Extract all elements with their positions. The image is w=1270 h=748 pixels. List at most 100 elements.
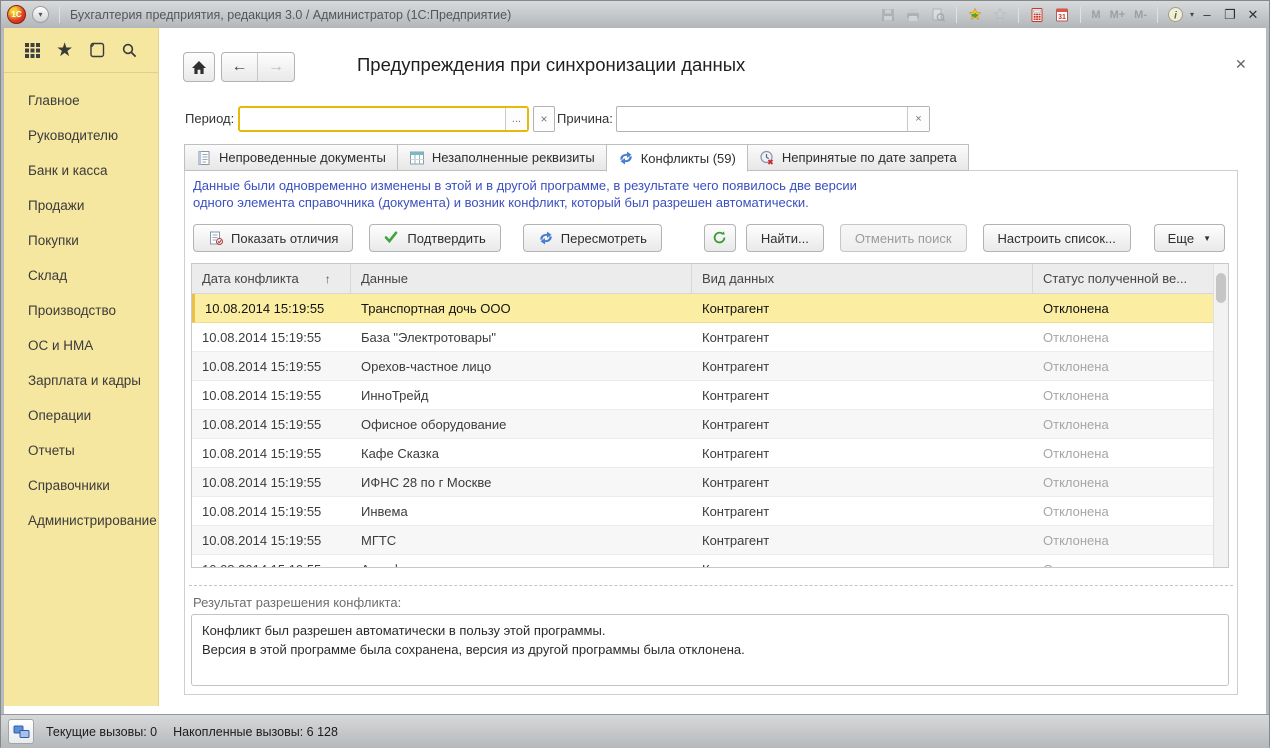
info-icon[interactable]: i — [1165, 5, 1187, 25]
server-calls-icon[interactable] — [8, 719, 34, 744]
table-header: Дата конфликта ↑ Данные Вид данных Стату… — [192, 264, 1213, 294]
period-clear-button[interactable]: × — [533, 106, 555, 132]
cell-kind: Контрагент — [692, 555, 1033, 567]
print-icon[interactable] — [902, 5, 924, 25]
minimize-button[interactable]: – — [1197, 7, 1217, 22]
review-label: Пересмотреть — [561, 231, 647, 246]
memory-m-button[interactable]: M — [1088, 9, 1103, 21]
period-ellipsis-button[interactable]: ... — [505, 108, 527, 130]
tab-3[interactable]: Непринятые по дате запрета — [747, 144, 969, 171]
table-icon — [409, 150, 425, 166]
cell-data: Офисное оборудование — [351, 410, 692, 438]
table-row[interactable]: 10.08.2014 15:19:55Транспортная дочь ООО… — [192, 294, 1213, 323]
table-row[interactable]: 10.08.2014 15:19:55Орехов-частное лицоКо… — [192, 352, 1213, 381]
sidebar-item-11[interactable]: Справочники — [4, 468, 158, 503]
memory-m-plus-button[interactable]: M+ — [1107, 9, 1129, 21]
sidebar-item-10[interactable]: Отчеты — [4, 433, 158, 468]
cell-kind: Контрагент — [692, 381, 1033, 409]
show-differences-button[interactable]: Показать отличия — [193, 224, 353, 252]
table-body: 10.08.2014 15:19:55Транспортная дочь ООО… — [192, 294, 1213, 567]
sidebar-item-5[interactable]: Склад — [4, 258, 158, 293]
sidebar-item-1[interactable]: Руководителю — [4, 118, 158, 153]
cancel-search-button[interactable]: Отменить поиск — [840, 224, 967, 252]
vertical-scrollbar[interactable] — [1213, 264, 1228, 567]
table-row[interactable]: 10.08.2014 15:19:55ИнноТрейдКонтрагентОт… — [192, 381, 1213, 410]
table-row[interactable]: 10.08.2014 15:19:55АэрофлотКонтрагентОтк… — [192, 555, 1213, 567]
status-bar: Текущие вызовы: 0 Накопленные вызовы: 6 … — [1, 714, 1269, 748]
home-button[interactable] — [183, 52, 215, 82]
cell-conflict-date: 10.08.2014 15:19:55 — [195, 294, 351, 322]
sidebar-item-9[interactable]: Операции — [4, 398, 158, 433]
back-button[interactable]: ← — [222, 53, 258, 81]
add-to-favorites-icon[interactable] — [964, 5, 986, 25]
table-row[interactable]: 10.08.2014 15:19:55Кафе СказкаКонтрагент… — [192, 439, 1213, 468]
find-label: Найти... — [761, 231, 809, 246]
print-preview-icon[interactable] — [927, 5, 949, 25]
reason-clear-button[interactable]: × — [907, 107, 929, 131]
cell-data: ИФНС 28 по г Москве — [351, 468, 692, 496]
favorites-star-icon[interactable]: ★ — [54, 39, 76, 61]
sidebar-item-2[interactable]: Банк и касса — [4, 153, 158, 188]
sidebar-item-12[interactable]: Администрирование — [4, 503, 158, 538]
table-row[interactable]: 10.08.2014 15:19:55МГТСКонтрагентОтклоне… — [192, 526, 1213, 555]
search-icon[interactable] — [119, 39, 141, 61]
column-header-kind[interactable]: Вид данных — [692, 264, 1033, 293]
sections-menu-icon[interactable] — [21, 39, 43, 61]
window-title: Бухгалтерия предприятия, редакция 3.0 / … — [70, 8, 511, 22]
sidebar-item-0[interactable]: Главное — [4, 83, 158, 118]
scrollbar-thumb[interactable] — [1216, 273, 1226, 303]
separator — [1018, 7, 1019, 23]
memory-m-minus-button[interactable]: M- — [1131, 9, 1150, 21]
info-dropdown-icon[interactable]: ▾ — [1190, 10, 1194, 19]
page-close-icon[interactable]: ✕ — [1235, 56, 1247, 73]
reason-input[interactable] — [617, 107, 907, 131]
sidebar-item-6[interactable]: Производство — [4, 293, 158, 328]
period-input[interactable] — [240, 108, 505, 130]
page-title: Предупреждения при синхронизации данных — [357, 54, 745, 76]
sidebar: ★ ГлавноеРуководителюБанк и кассаПродажи… — [4, 28, 159, 706]
configure-list-button[interactable]: Настроить список... — [983, 224, 1131, 252]
sidebar-item-7[interactable]: ОС и НМА — [4, 328, 158, 363]
column-header-data[interactable]: Данные — [351, 264, 692, 293]
table-row[interactable]: 10.08.2014 15:19:55Офисное оборудованиеК… — [192, 410, 1213, 439]
review-button[interactable]: Пересмотреть — [523, 224, 662, 252]
favorites-icon[interactable] — [989, 5, 1011, 25]
info-message: Данные были одновременно изменены в этой… — [193, 178, 857, 211]
column-header-status[interactable]: Статус полученной ве... — [1033, 264, 1213, 293]
sidebar-menu: ГлавноеРуководителюБанк и кассаПродажиПо… — [4, 73, 158, 538]
1c-logo-icon: 1С — [7, 5, 26, 24]
maximize-button[interactable]: ❐ — [1220, 7, 1240, 23]
cell-data: Орехов-частное лицо — [351, 352, 692, 380]
forward-button[interactable]: → — [258, 53, 294, 81]
table-row[interactable]: 10.08.2014 15:19:55База "Электротовары"К… — [192, 323, 1213, 352]
sidebar-item-8[interactable]: Зарплата и кадры — [4, 363, 158, 398]
sidebar-item-4[interactable]: Покупки — [4, 223, 158, 258]
table-row[interactable]: 10.08.2014 15:19:55ИнвемаКонтрагентОткло… — [192, 497, 1213, 526]
tab-0[interactable]: Непроведенные документы — [184, 144, 398, 171]
find-button[interactable]: Найти... — [746, 224, 824, 252]
sidebar-item-3[interactable]: Продажи — [4, 188, 158, 223]
history-icon[interactable] — [86, 39, 108, 61]
cell-status: Отклонена — [1033, 497, 1213, 525]
cell-conflict-date: 10.08.2014 15:19:55 — [192, 439, 351, 467]
dropdown-arrow-icon: ▼ — [1203, 234, 1211, 243]
main-menu-dropdown-button[interactable]: ▾ — [32, 6, 49, 23]
close-button[interactable]: ✕ — [1243, 7, 1263, 23]
green-check-icon — [384, 230, 400, 246]
save-icon[interactable] — [877, 5, 899, 25]
tab-1[interactable]: Незаполненные реквизиты — [397, 144, 607, 171]
confirm-button[interactable]: Подтвердить — [369, 224, 500, 252]
table-row[interactable]: 10.08.2014 15:19:55ИФНС 28 по г МосквеКо… — [192, 468, 1213, 497]
column-header-date[interactable]: Дата конфликта ↑ — [192, 264, 351, 293]
svg-text:31: 31 — [1058, 14, 1066, 21]
conflicts-table: Дата конфликта ↑ Данные Вид данных Стату… — [191, 263, 1229, 568]
calendar-icon[interactable]: 31 — [1051, 5, 1073, 25]
cell-conflict-date: 10.08.2014 15:19:55 — [192, 352, 351, 380]
calculator-icon[interactable] — [1026, 5, 1048, 25]
refresh-button[interactable] — [704, 224, 736, 252]
tab-2[interactable]: Конфликты (59) — [606, 144, 748, 172]
more-button[interactable]: Еще ▼ — [1154, 224, 1225, 252]
cell-conflict-date: 10.08.2014 15:19:55 — [192, 381, 351, 409]
cell-conflict-date: 10.08.2014 15:19:55 — [192, 555, 351, 567]
cell-data: МГТС — [351, 526, 692, 554]
